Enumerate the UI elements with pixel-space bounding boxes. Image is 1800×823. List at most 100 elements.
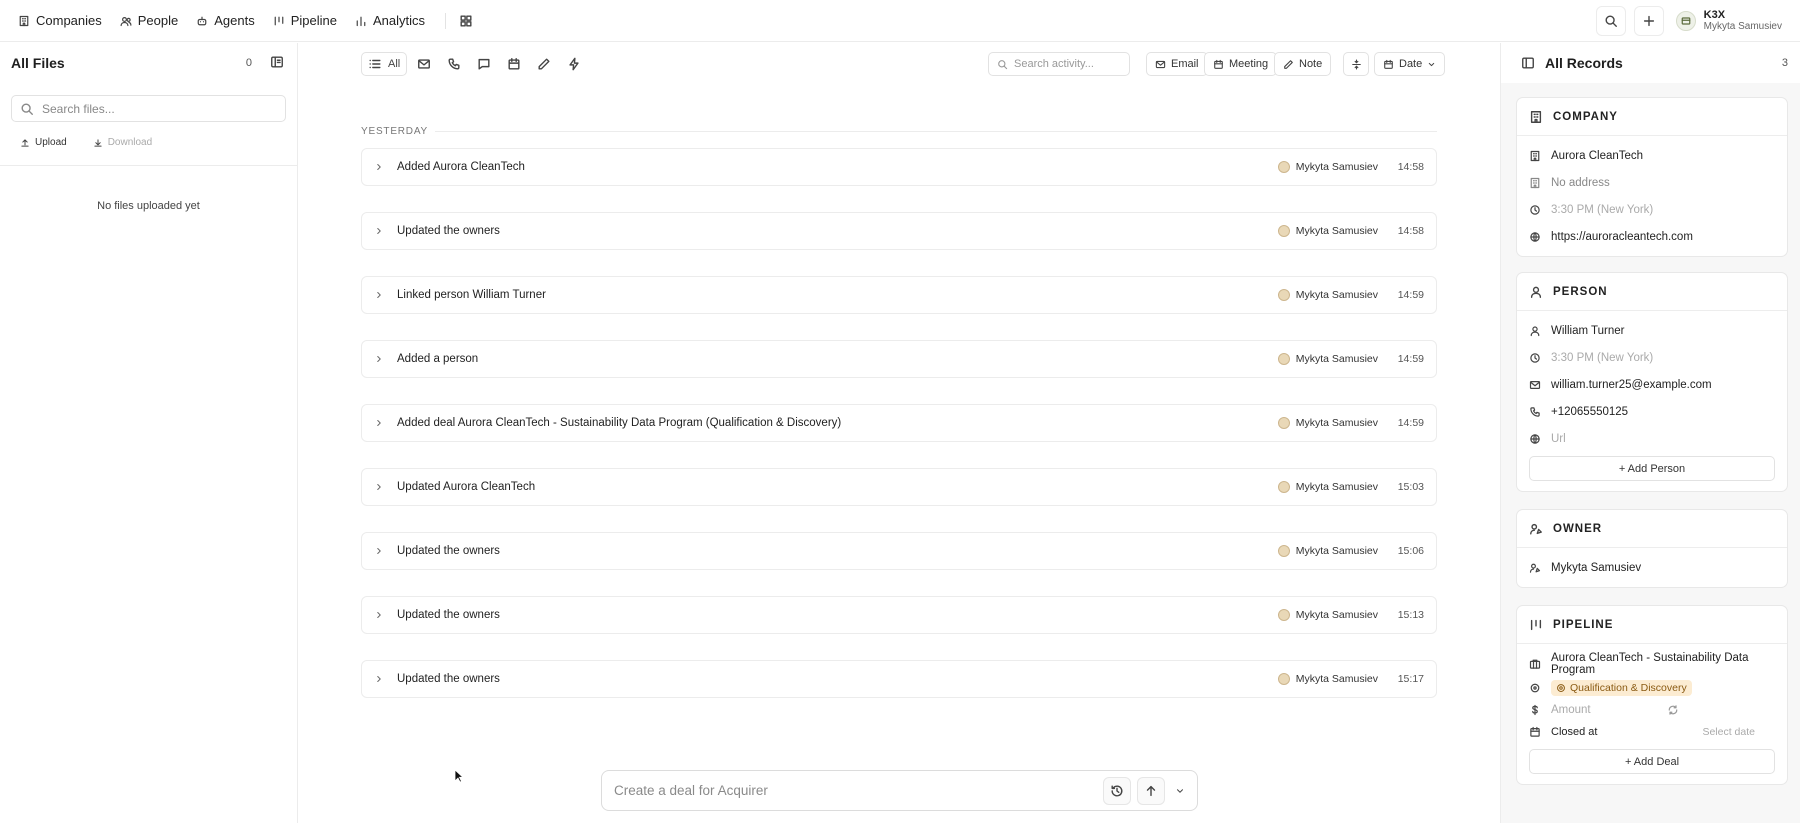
- activity-user: Mykyta Samusiev: [1277, 481, 1378, 493]
- composer-options-dropdown[interactable]: [1169, 777, 1191, 805]
- company-website: https://auroracleantech.com: [1551, 230, 1693, 243]
- collapse-files-button[interactable]: [270, 55, 286, 71]
- files-count: 0: [245, 57, 252, 69]
- panel-toggle-icon[interactable]: [1521, 56, 1535, 70]
- people-icon: [120, 15, 132, 27]
- filter-call-button[interactable]: [441, 52, 467, 76]
- account-menu[interactable]: K3X Mykyta Samusiev: [1675, 8, 1782, 32]
- nav-agents[interactable]: Agents: [196, 13, 255, 28]
- composer-input[interactable]: Create a deal for Acquirer: [614, 783, 1097, 798]
- activity-user-name: Mykyta Samusiev: [1295, 289, 1378, 301]
- filter-message-button[interactable]: [471, 52, 497, 76]
- filter-all-label: All: [388, 58, 401, 70]
- deal-closed-date[interactable]: Select date: [1702, 726, 1755, 738]
- sidebar-toggle-icon: [270, 55, 284, 69]
- chevron-right-icon[interactable]: [374, 546, 384, 556]
- company-address-field[interactable]: No address: [1517, 169, 1787, 196]
- download-button[interactable]: Download: [93, 137, 152, 148]
- filter-email-button[interactable]: [411, 52, 437, 76]
- activity-user-name: Mykyta Samusiev: [1295, 545, 1378, 557]
- calendar-icon: [1529, 726, 1541, 738]
- add-note-label: Note: [1299, 58, 1323, 70]
- history-button[interactable]: [1103, 776, 1131, 805]
- arrow-up-icon: [1144, 784, 1158, 798]
- add-deal-button[interactable]: + Add Deal: [1529, 749, 1775, 774]
- mail-icon: [1155, 59, 1166, 70]
- activity-user-name: Mykyta Samusiev: [1295, 481, 1378, 493]
- add-meeting-button[interactable]: Meeting: [1204, 52, 1278, 76]
- activity-search-input[interactable]: Search activity...: [988, 52, 1130, 76]
- mouse-cursor-icon: [454, 769, 464, 783]
- deal-amount-field[interactable]: Amount: [1517, 699, 1787, 721]
- grid-icon: [459, 14, 473, 28]
- add-note-button[interactable]: Note: [1274, 52, 1332, 76]
- person-heading: PERSON: [1553, 285, 1608, 298]
- activity-row[interactable]: Updated the owners Mykyta Samusiev 15:17: [361, 660, 1437, 698]
- activity-time: 14:58: [1397, 161, 1424, 173]
- activity-search-placeholder: Search activity...: [1014, 58, 1094, 70]
- add-email-label: Email: [1171, 58, 1199, 70]
- nav-pipeline[interactable]: Pipeline: [273, 13, 337, 28]
- activity-time: 14:59: [1397, 289, 1424, 301]
- chevron-right-icon[interactable]: [374, 162, 384, 172]
- global-search-button[interactable]: [1595, 6, 1626, 36]
- nav-pipeline-label: Pipeline: [290, 13, 337, 28]
- upload-button[interactable]: Upload: [20, 137, 67, 148]
- nav-analytics[interactable]: Analytics: [355, 13, 425, 28]
- activity-text: Added Aurora CleanTech: [397, 161, 525, 173]
- workspace-name: K3X: [1703, 8, 1726, 21]
- activity-row[interactable]: Added deal Aurora CleanTech - Sustainabi…: [361, 404, 1437, 442]
- person-icon: [1529, 325, 1541, 337]
- activity-row[interactable]: Updated the owners Mykyta Samusiev 15:13: [361, 596, 1437, 634]
- person-email-field[interactable]: william.turner25@example.com: [1517, 371, 1787, 398]
- user-avatar: [1277, 545, 1290, 557]
- refresh-icon[interactable]: [1667, 704, 1679, 716]
- activity-row[interactable]: Linked person William Turner Mykyta Samus…: [361, 276, 1437, 314]
- add-person-button[interactable]: + Add Person: [1529, 456, 1775, 481]
- nav-people[interactable]: People: [120, 13, 178, 28]
- filter-activity-button[interactable]: [561, 52, 587, 76]
- activity-text: Updated the owners: [397, 673, 500, 685]
- chevron-right-icon[interactable]: [374, 418, 384, 428]
- chevron-right-icon[interactable]: [374, 226, 384, 236]
- user-avatar: [1277, 481, 1290, 493]
- apps-grid-button[interactable]: [458, 13, 474, 29]
- company-website-field[interactable]: https://auroracleantech.com: [1517, 223, 1787, 250]
- activity-user: Mykyta Samusiev: [1277, 161, 1378, 173]
- activity-row[interactable]: Added Aurora CleanTech Mykyta Samusiev 14:…: [361, 148, 1437, 186]
- expand-collapse-button[interactable]: [1343, 52, 1369, 76]
- activity-time: 15:03: [1397, 481, 1424, 493]
- activity-user: Mykyta Samusiev: [1277, 545, 1378, 557]
- files-search-input[interactable]: Search files...: [11, 95, 286, 122]
- activity-row[interactable]: Updated the owners Mykyta Samusiev 15:06: [361, 532, 1437, 570]
- filter-note-button[interactable]: [531, 52, 557, 76]
- person-name-field[interactable]: William Turner: [1517, 317, 1787, 344]
- deal-closed-field[interactable]: Closed at Select date: [1517, 721, 1787, 743]
- filter-all-button[interactable]: All: [361, 52, 408, 76]
- send-button[interactable]: [1137, 776, 1165, 805]
- create-new-button[interactable]: [1633, 6, 1664, 36]
- chevron-right-icon[interactable]: [374, 674, 384, 684]
- activity-row[interactable]: Updated Aurora CleanTech Mykyta Samusiev 1…: [361, 468, 1437, 506]
- deal-name-field[interactable]: Aurora CleanTech - Sustainability Data P…: [1517, 650, 1787, 677]
- chevron-right-icon[interactable]: [374, 354, 384, 364]
- nav-companies[interactable]: Companies: [18, 13, 102, 28]
- chevron-right-icon[interactable]: [374, 482, 384, 492]
- chevron-right-icon[interactable]: [374, 290, 384, 300]
- chevron-down-icon: [1175, 786, 1185, 796]
- chevron-right-icon[interactable]: [374, 610, 384, 620]
- activity-row[interactable]: Updated the owners Mykyta Samusiev 14:58: [361, 212, 1437, 250]
- deal-stage-field[interactable]: Qualification & Discovery: [1517, 677, 1787, 699]
- add-email-button[interactable]: Email: [1146, 52, 1208, 76]
- person-url-field[interactable]: Url: [1517, 425, 1787, 452]
- owner-name-field[interactable]: Mykyta Samusiev: [1517, 554, 1787, 581]
- filter-meeting-button[interactable]: [501, 52, 527, 76]
- activity-text: Updated the owners: [397, 609, 500, 621]
- company-name-field[interactable]: Aurora CleanTech: [1517, 142, 1787, 169]
- files-header: All Files 0: [0, 43, 297, 83]
- person-phone-field[interactable]: +12065550125: [1517, 398, 1787, 425]
- activity-user-name: Mykyta Samusiev: [1295, 225, 1378, 237]
- date-filter-dropdown[interactable]: Date: [1374, 52, 1446, 76]
- pipeline-card-header: PIPELINE: [1517, 606, 1787, 644]
- activity-row[interactable]: Added a person Mykyta Samusiev 14:59: [361, 340, 1437, 378]
